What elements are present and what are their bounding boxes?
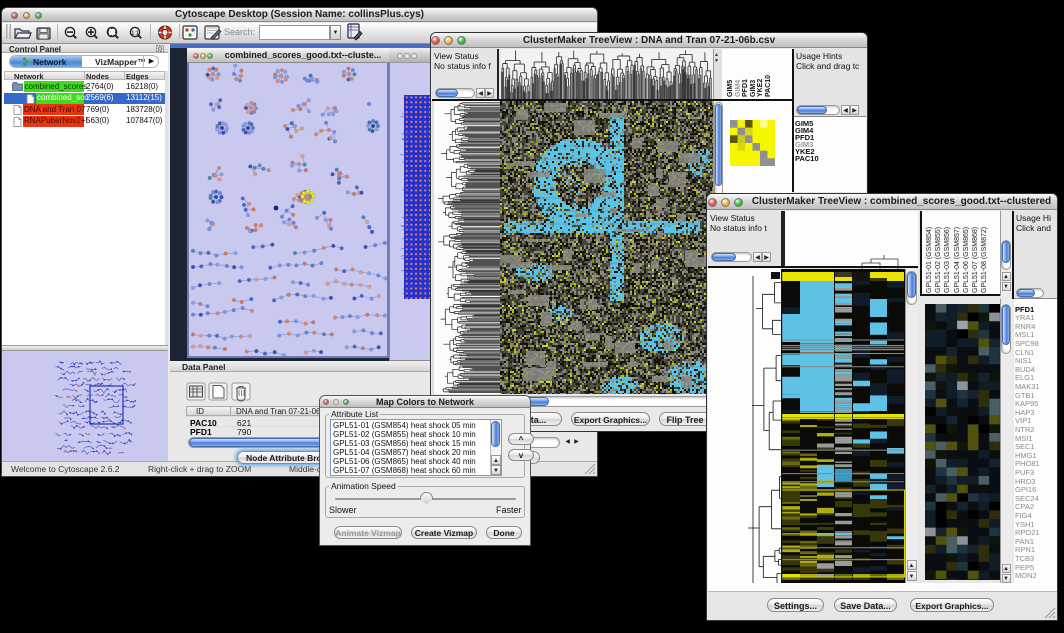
svg-text:1:1: 1:1 (131, 30, 138, 36)
